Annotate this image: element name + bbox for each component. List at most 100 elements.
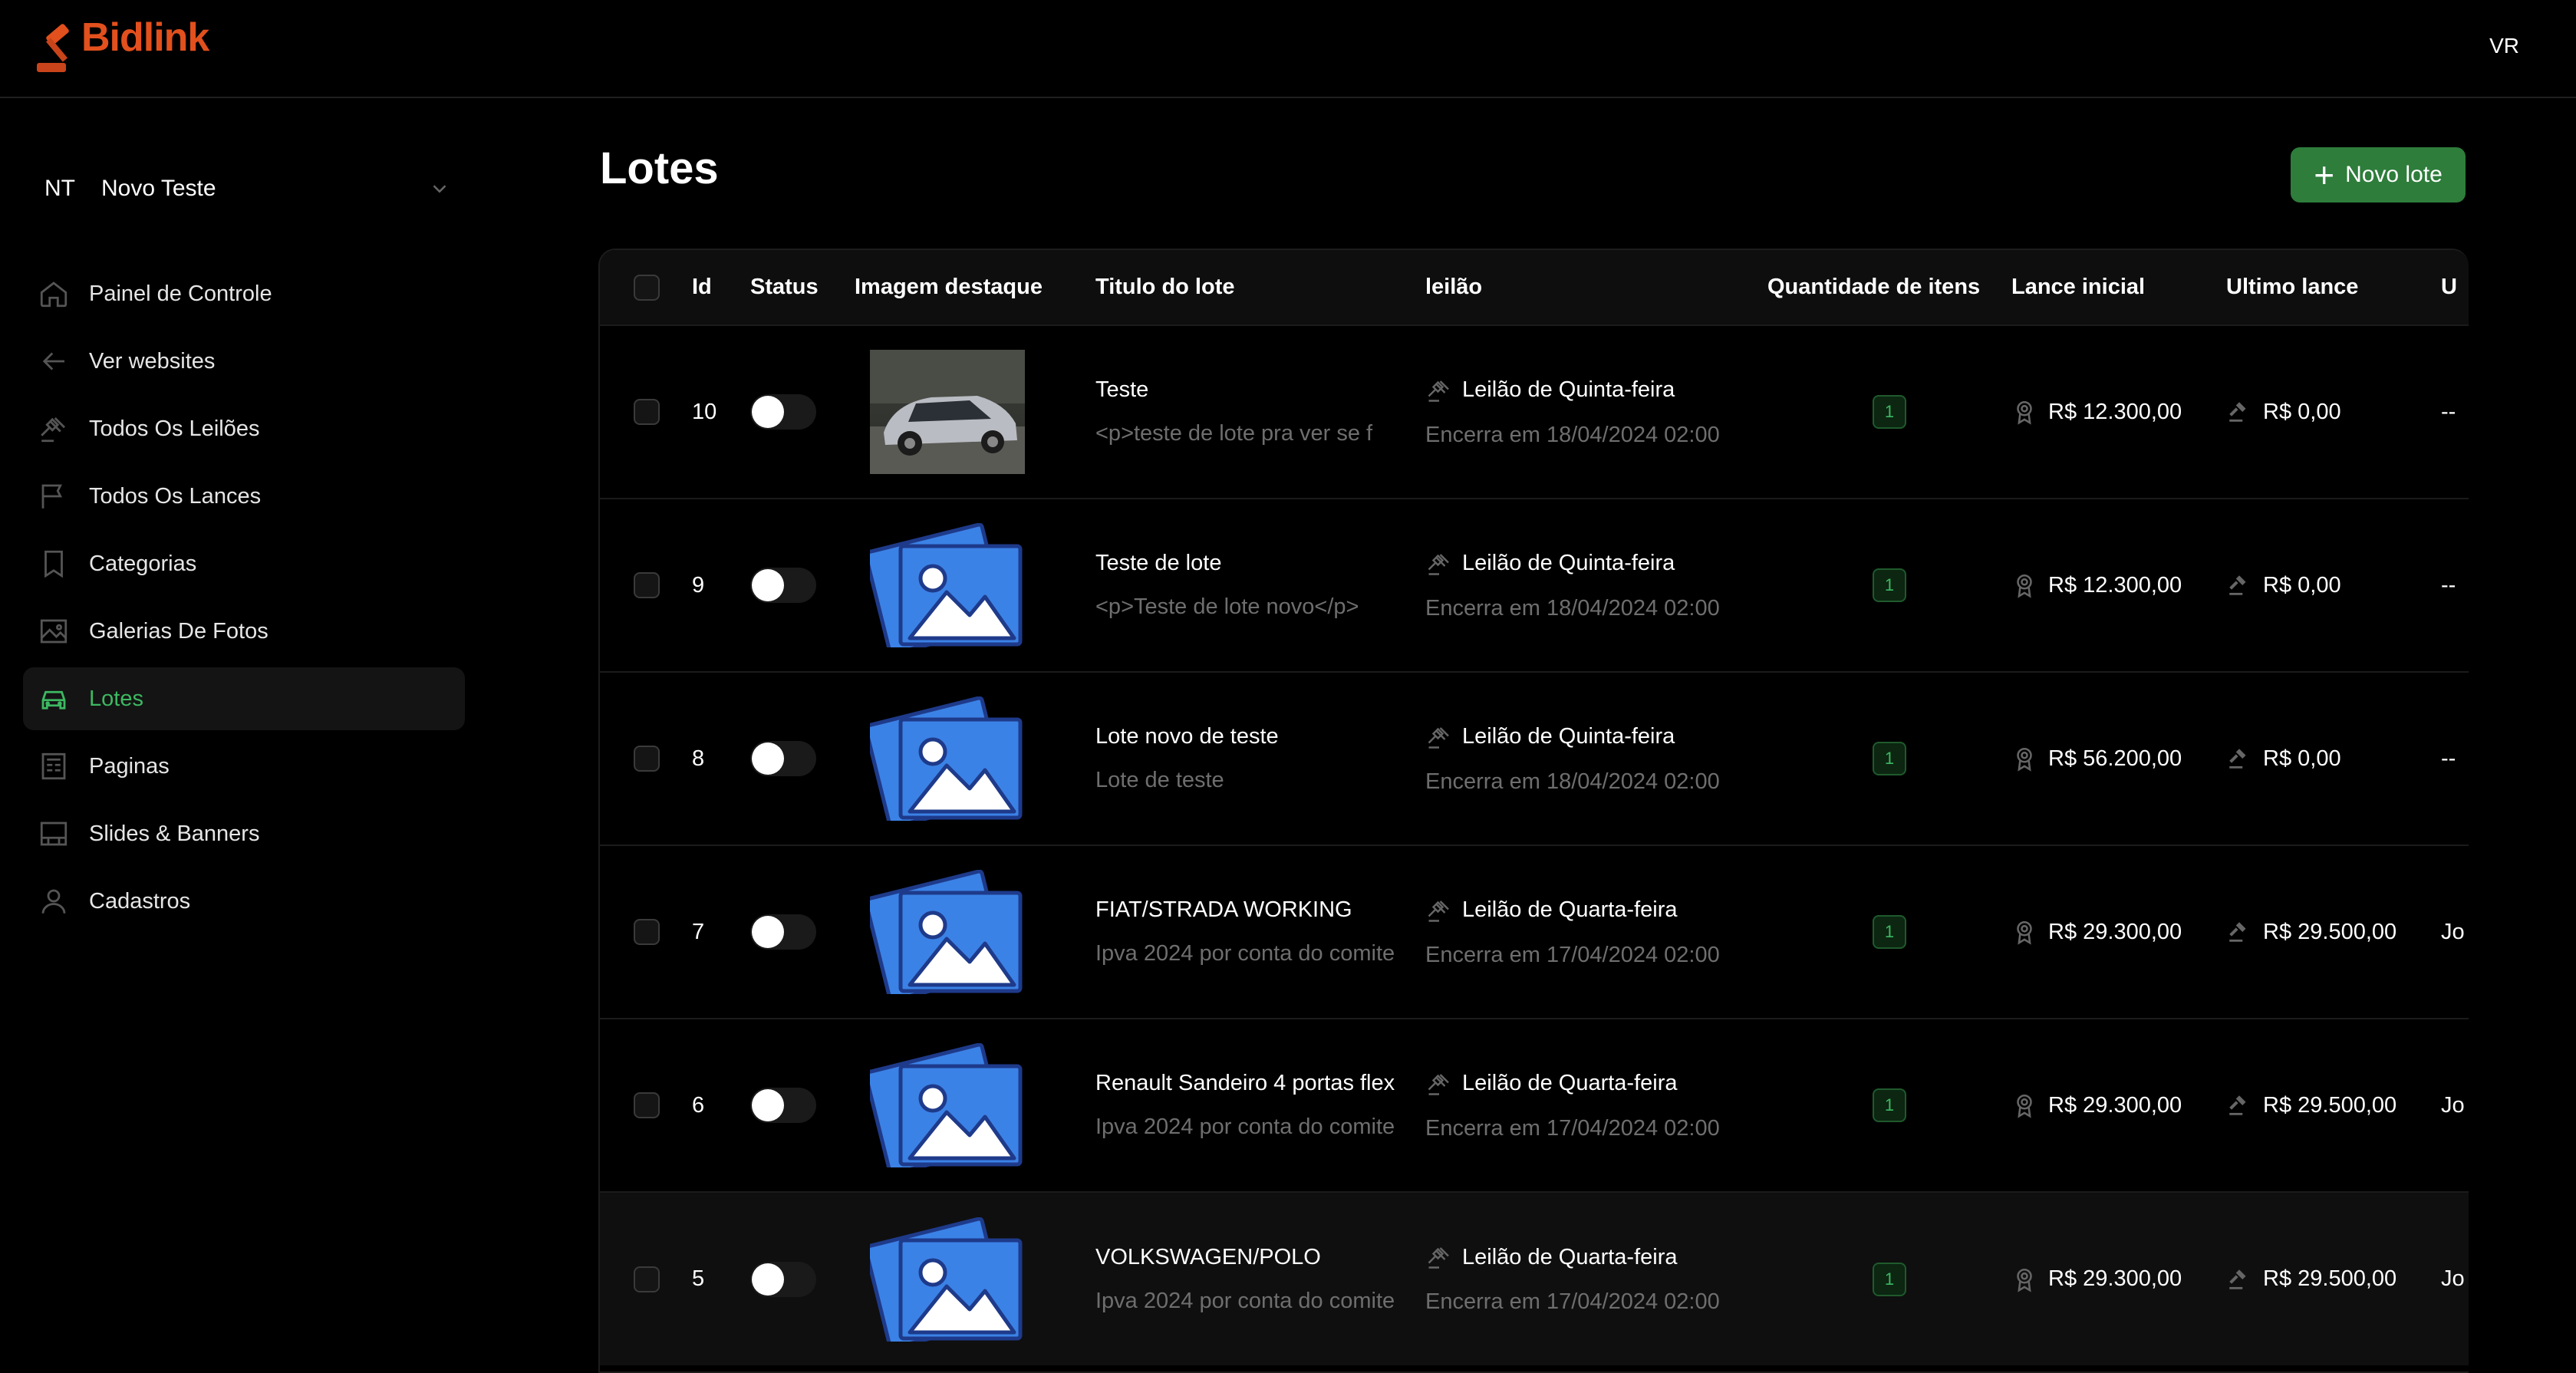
lot-title-cell: Teste de lote <p>Teste de lote novo</p>: [1077, 499, 1425, 672]
lot-id: 9: [692, 572, 705, 598]
status-toggle[interactable]: [750, 1088, 816, 1123]
lot-description: Ipva 2024 por conta do comite: [1095, 941, 1395, 966]
column-header-initial-bid[interactable]: Lance inicial: [2011, 250, 2226, 325]
status-toggle[interactable]: [750, 741, 816, 776]
sidebar-item-label: Categorias: [89, 551, 197, 576]
sidebar-item-websites[interactable]: Ver websites: [23, 330, 465, 393]
column-header-image[interactable]: Imagem destaque: [855, 250, 1077, 325]
initial-bid: R$ 29.300,00: [2048, 919, 2182, 944]
qty-badge: 1: [1873, 568, 1906, 602]
car-photo-thumbnail[interactable]: [870, 350, 1025, 474]
row-checkbox[interactable]: [634, 919, 660, 945]
auction-end-date: Encerra em 18/04/2024 02:00: [1425, 595, 1720, 621]
lots-table: Id Status Imagem destaque Titulo do lote…: [598, 249, 2469, 1373]
auction-name[interactable]: Leilão de Quarta-feira: [1462, 897, 1678, 923]
image-placeholder-icon[interactable]: [870, 523, 1025, 647]
sidebar-item-categorias[interactable]: Categorias: [23, 532, 465, 595]
sidebar-item-lances[interactable]: Todos Os Lances: [23, 465, 465, 528]
auction-cell: Leilão de Quinta-feira Encerra em 18/04/…: [1425, 672, 1767, 845]
award-icon: [2011, 399, 2037, 425]
row-checkbox[interactable]: [634, 1266, 660, 1292]
sidebar-item-leiloes[interactable]: Todos Os Leilões: [23, 397, 465, 460]
sidebar-item-label: Galerias De Fotos: [89, 618, 268, 644]
auction-name[interactable]: Leilão de Quinta-feira: [1462, 377, 1675, 403]
image-placeholder-icon[interactable]: [870, 696, 1025, 821]
new-lot-button[interactable]: + Novo lote: [2291, 147, 2466, 202]
lot-title[interactable]: Renault Sandeiro 4 portas flex: [1095, 1071, 1425, 1096]
status-toggle[interactable]: [750, 394, 816, 430]
user-cell: Jo: [2441, 1266, 2465, 1291]
image-placeholder-icon[interactable]: [870, 1043, 1025, 1167]
sidebar-item-slides[interactable]: Slides & Banners: [23, 802, 465, 865]
auction-cell: Leilão de Quarta-feira Encerra em 17/04/…: [1425, 1192, 1767, 1365]
sidebar-item-label: Paginas: [89, 753, 170, 779]
table-row[interactable]: 10 Teste <p>teste de lote pra ver se f L…: [600, 325, 2469, 499]
lot-id: 5: [692, 1266, 705, 1291]
column-header-qty[interactable]: Quantidade de itens: [1767, 250, 2011, 325]
auction-name[interactable]: Leilão de Quarta-feira: [1462, 1071, 1678, 1096]
last-bid-cell: R$ 0,00: [2226, 325, 2441, 499]
new-lot-button-label: Novo lote: [2345, 162, 2443, 187]
newspaper-icon: [37, 749, 71, 783]
sidebar-item-galerias[interactable]: Galerias De Fotos: [23, 600, 465, 663]
gavel-logo-icon: [37, 24, 69, 72]
last-bid-cell: R$ 29.500,00: [2226, 1019, 2441, 1192]
qty-badge: 1: [1873, 915, 1906, 949]
row-checkbox[interactable]: [634, 399, 660, 425]
sidebar-item-painel[interactable]: Painel de Controle: [23, 262, 465, 325]
sidebar-item-paginas[interactable]: Paginas: [23, 735, 465, 798]
auction-name[interactable]: Leilão de Quinta-feira: [1462, 551, 1675, 576]
lot-title[interactable]: Lote novo de teste: [1095, 724, 1425, 749]
logo[interactable]: Bidlink: [35, 15, 209, 77]
row-checkbox[interactable]: [634, 572, 660, 598]
last-bid: R$ 0,00: [2263, 746, 2341, 771]
lot-title[interactable]: FIAT/STRADA WORKING: [1095, 897, 1425, 923]
sidebar-item-lotes[interactable]: Lotes: [23, 667, 465, 730]
org-switcher[interactable]: NT Novo Teste: [44, 166, 451, 212]
lot-title[interactable]: Teste de lote: [1095, 551, 1425, 576]
status-toggle[interactable]: [750, 914, 816, 950]
status-toggle[interactable]: [750, 568, 816, 603]
auction-name[interactable]: Leilão de Quinta-feira: [1462, 724, 1675, 749]
gavel-icon: [37, 412, 71, 446]
auction-cell: Leilão de Quinta-feira Encerra em 18/04/…: [1425, 499, 1767, 672]
image-placeholder-icon[interactable]: [870, 1217, 1025, 1342]
auction-end-date: Encerra em 18/04/2024 02:00: [1425, 769, 1720, 794]
column-header-last-bid[interactable]: Ultimo lance: [2226, 250, 2441, 325]
last-bid: R$ 29.500,00: [2263, 919, 2397, 944]
table-row[interactable]: 5 VOLKSWAGEN/POLO Ipva 2024 por conta do…: [600, 1192, 2469, 1365]
user-cell: Jo: [2441, 919, 2465, 944]
qty-badge: 1: [1873, 1088, 1906, 1122]
gavel-icon: [1428, 1073, 1449, 1095]
row-checkbox[interactable]: [634, 1092, 660, 1118]
table-row[interactable]: 7 FIAT/STRADA WORKING Ipva 2024 por cont…: [600, 845, 2469, 1019]
auction-cell: Leilão de Quarta-feira Encerra em 17/04/…: [1425, 845, 1767, 1019]
image-placeholder-icon[interactable]: [870, 870, 1025, 994]
table-row[interactable]: 9 Teste de lote <p>Teste de lote novo</p…: [600, 499, 2469, 672]
table-row[interactable]: 8 Lote novo de teste Lote de teste Leilã…: [600, 672, 2469, 845]
column-header-auction[interactable]: leilão: [1425, 250, 1767, 325]
lot-title[interactable]: Teste: [1095, 377, 1425, 403]
user-cell: --: [2441, 399, 2456, 424]
arrow-left-icon: [37, 344, 71, 378]
column-header-user[interactable]: U: [2441, 250, 2469, 325]
initial-bid: R$ 29.300,00: [2048, 1092, 2182, 1118]
column-header-title[interactable]: Titulo do lote: [1077, 250, 1425, 325]
status-toggle[interactable]: [750, 1261, 816, 1297]
column-header-id[interactable]: Id: [692, 250, 750, 325]
initial-bid-cell: R$ 29.300,00: [2011, 1019, 2226, 1192]
sidebar-item-cadastros[interactable]: Cadastros: [23, 870, 465, 933]
auction-name[interactable]: Leilão de Quarta-feira: [1462, 1245, 1678, 1270]
last-bid: R$ 0,00: [2263, 572, 2341, 598]
user-avatar[interactable]: VR: [2489, 34, 2519, 58]
column-header-status[interactable]: Status: [750, 250, 855, 325]
table-row[interactable]: 6 Renault Sandeiro 4 portas flex Ipva 20…: [600, 1019, 2469, 1192]
auction-cell: Leilão de Quarta-feira Encerra em 17/04/…: [1425, 1019, 1767, 1192]
row-checkbox[interactable]: [634, 746, 660, 772]
gavel-icon: [1428, 900, 1449, 922]
sidebar-item-label: Slides & Banners: [89, 821, 260, 846]
lot-description: Lote de teste: [1095, 768, 1224, 792]
select-all-checkbox[interactable]: [634, 274, 660, 301]
auction-end-date: Encerra em 18/04/2024 02:00: [1425, 422, 1720, 447]
lot-title[interactable]: VOLKSWAGEN/POLO: [1095, 1245, 1425, 1270]
